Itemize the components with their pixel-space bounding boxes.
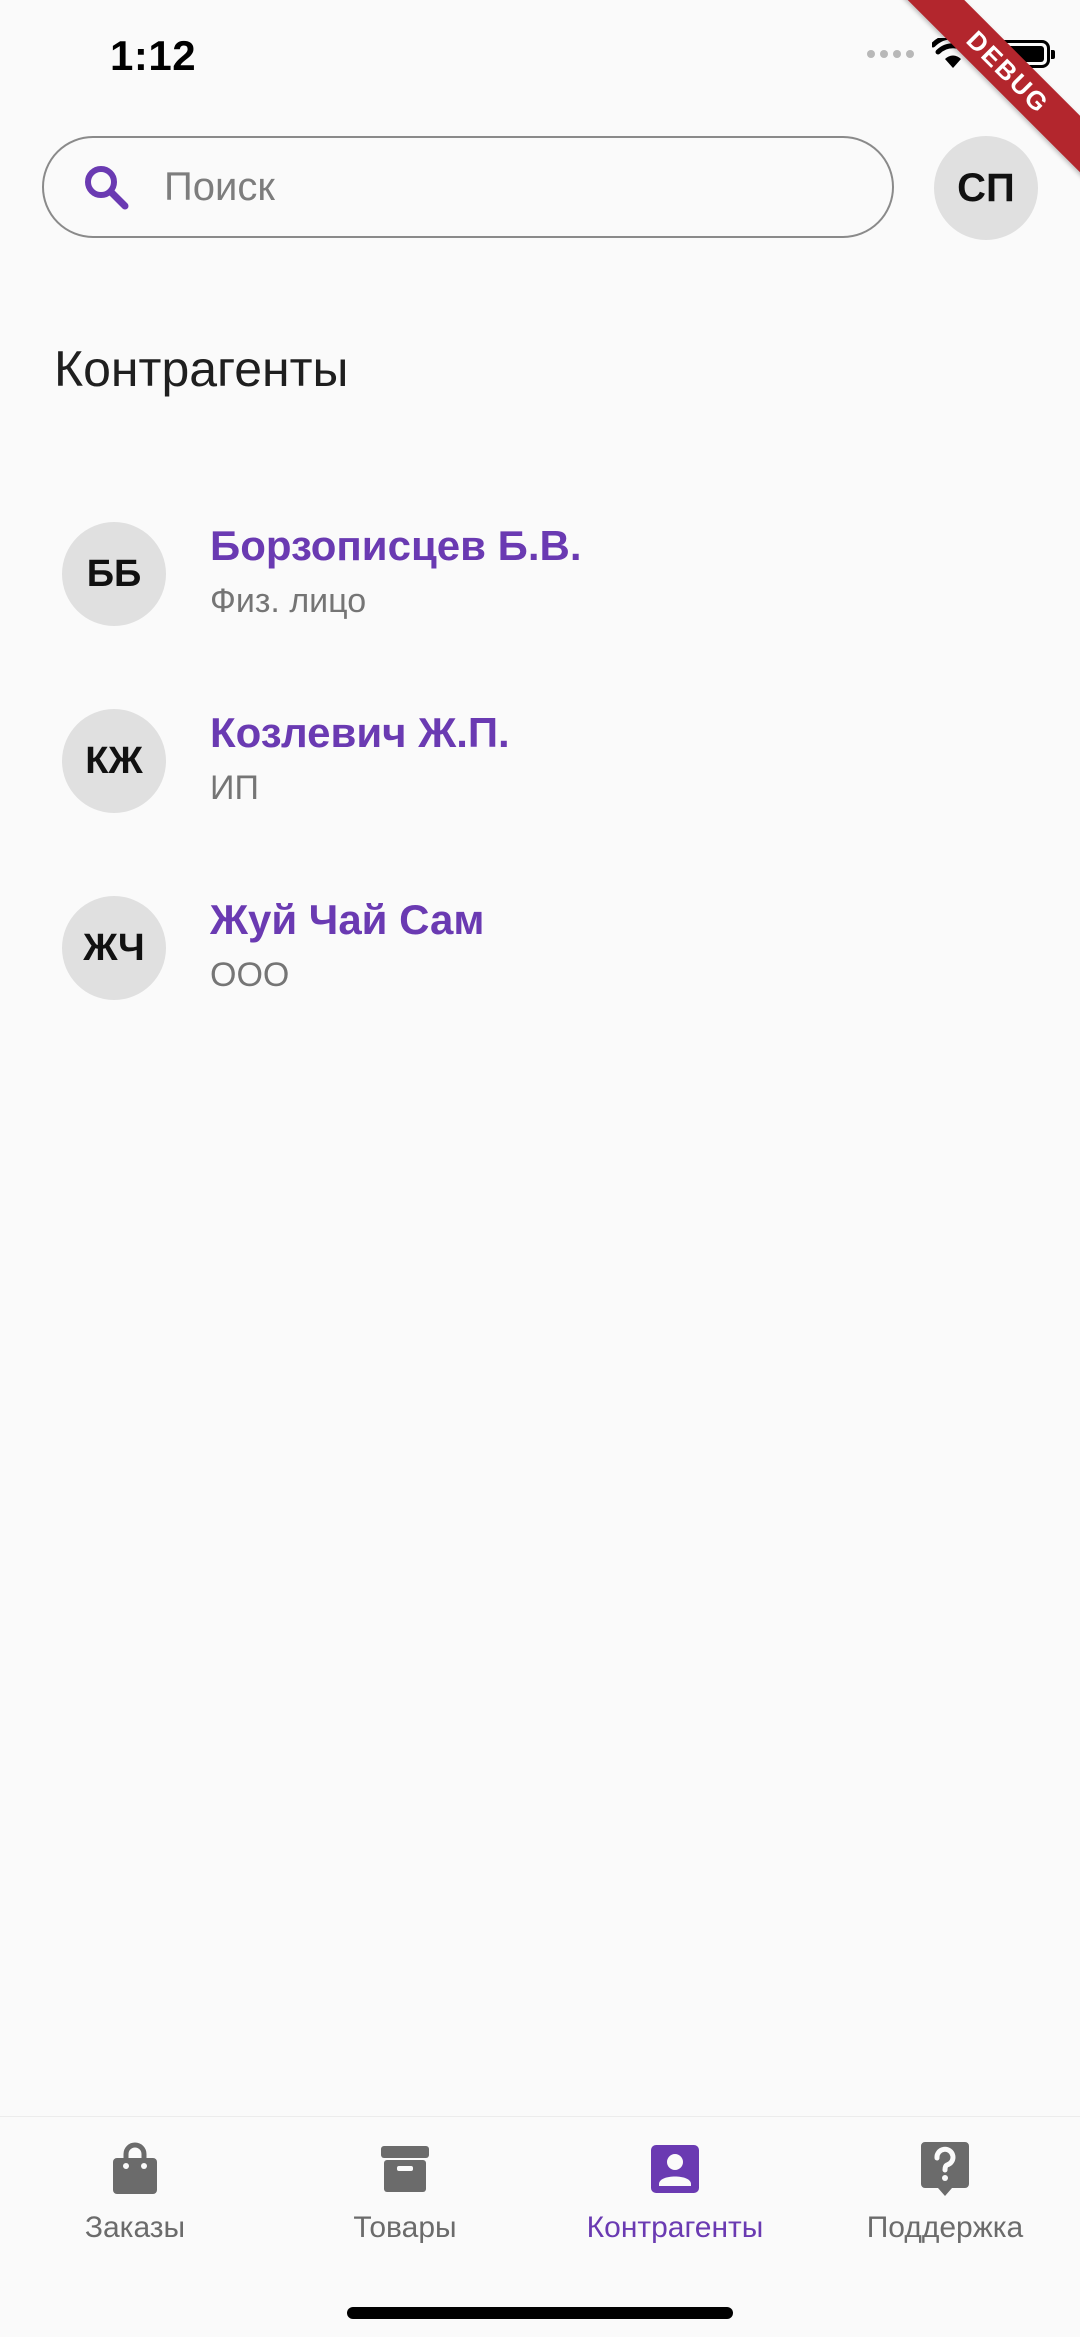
- contact-name: Козлевич Ж.П.: [210, 709, 510, 756]
- profile-avatar[interactable]: СП: [934, 136, 1038, 240]
- nav-label: Заказы: [84, 2211, 186, 2244]
- cellular-signal-icon: [867, 50, 914, 58]
- contact-avatar: КЖ: [62, 709, 166, 813]
- contact-name: Борзописцев Б.В.: [210, 522, 582, 569]
- list-item[interactable]: ББ Борзописцев Б.В. Физ. лицо: [0, 500, 1080, 687]
- status-time: 1:12: [110, 32, 197, 79]
- contact-list: ББ Борзописцев Б.В. Физ. лицо КЖ Козлеви…: [0, 500, 1080, 1061]
- nav-item-products[interactable]: Товары: [270, 2117, 540, 2257]
- box-icon: [377, 2141, 433, 2197]
- search-input[interactable]: [164, 164, 864, 210]
- contact-type: ООО: [210, 956, 290, 994]
- search-bar[interactable]: [42, 136, 894, 238]
- nav-item-orders[interactable]: Заказы: [0, 2117, 270, 2257]
- contact-type: Физ. лицо: [210, 582, 367, 620]
- status-bar: 1:12: [0, 0, 1080, 120]
- contact-type: ИП: [210, 769, 259, 807]
- nav-item-support[interactable]: Поддержка: [810, 2117, 1080, 2257]
- screen: 1:12 DEBUG СП Контрагенты ББ: [0, 0, 1080, 2337]
- help-bubble-icon: [917, 2141, 973, 2197]
- contact-avatar: ЖЧ: [62, 896, 166, 1000]
- list-item[interactable]: ЖЧ Жуй Чай Сам ООО: [0, 874, 1080, 1061]
- contact-card-icon: [647, 2141, 703, 2197]
- bottom-navigation: Заказы Товары Контрагенты Поддержка: [0, 2116, 1080, 2337]
- nav-item-contractors[interactable]: Контрагенты: [540, 2117, 810, 2257]
- nav-label: Товары: [353, 2211, 457, 2244]
- nav-label: Поддержка: [866, 2211, 1024, 2244]
- home-indicator: [347, 2307, 733, 2319]
- shopping-bag-icon: [107, 2141, 163, 2197]
- contact-avatar: ББ: [62, 522, 166, 626]
- search-icon: [78, 159, 134, 215]
- contact-name: Жуй Чай Сам: [210, 896, 485, 943]
- nav-label: Контрагенты: [586, 2211, 764, 2244]
- page-title: Контрагенты: [54, 341, 349, 397]
- list-item[interactable]: КЖ Козлевич Ж.П. ИП: [0, 687, 1080, 874]
